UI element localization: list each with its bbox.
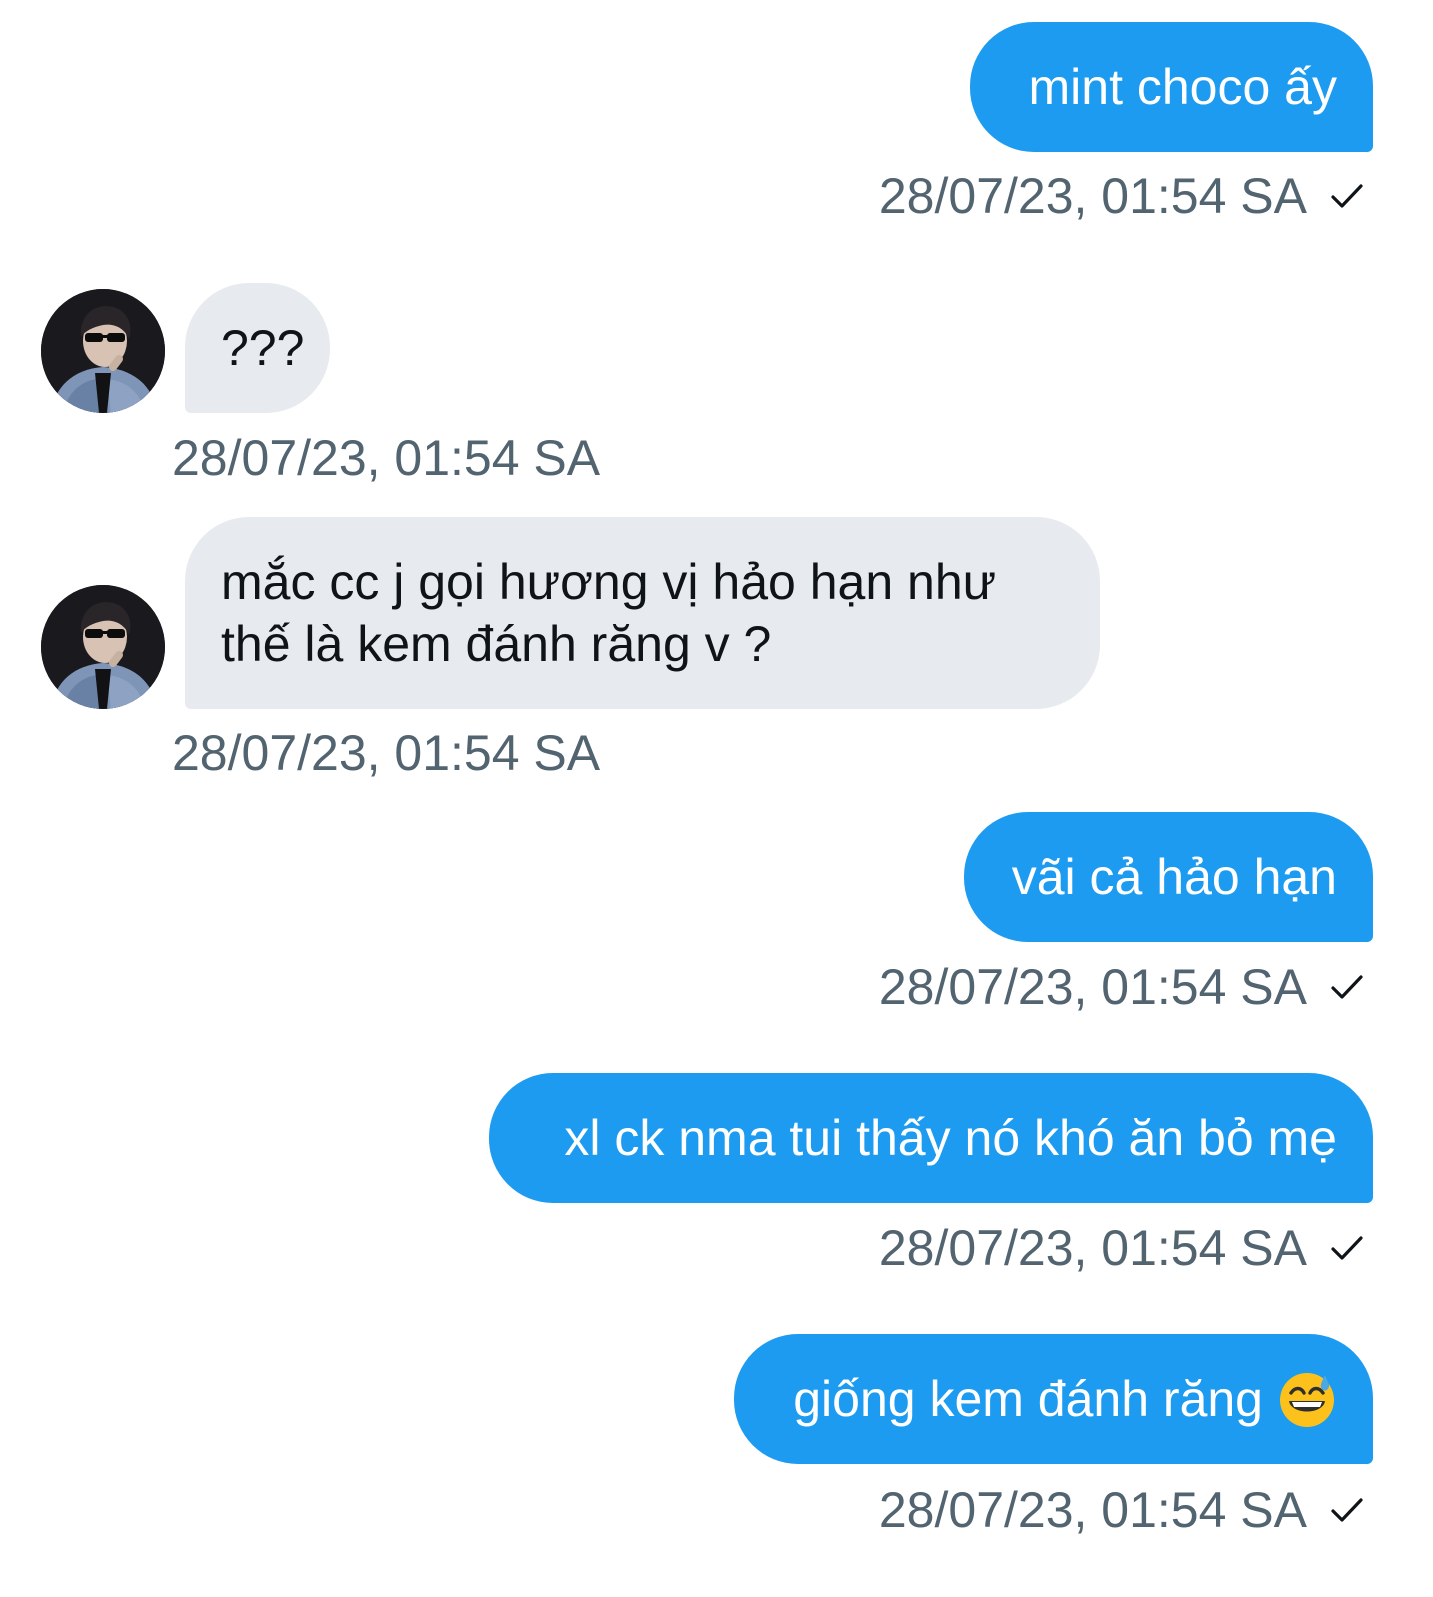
message-timestamp: 28/07/23, 01:54 SA — [879, 1480, 1365, 1540]
message-text: giống kem đánh răng — [793, 1371, 1263, 1427]
timestamp-text: 28/07/23, 01:54 SA — [172, 430, 601, 486]
message-timestamp: 28/07/23, 01:54 SA — [879, 166, 1365, 226]
message-text: vãi cả hảo hạn — [1011, 849, 1337, 905]
avatar-image — [41, 289, 165, 413]
message-text: ??? — [221, 320, 305, 376]
timestamp-text: 28/07/23, 01:54 SA — [878, 959, 1307, 1015]
outgoing-message-bubble[interactable]: mint choco ấy — [970, 22, 1373, 152]
grinning-sweat-emoji-icon — [1280, 1373, 1334, 1427]
message-text: mint choco ấy — [1028, 59, 1337, 115]
user-avatar[interactable] — [41, 289, 165, 413]
message-timestamp: 28/07/23, 01:54 SA — [879, 1218, 1365, 1278]
message-text: xl ck nma tui thấy nó khó ăn bỏ mẹ — [564, 1110, 1337, 1166]
checkmark-icon — [1331, 1236, 1363, 1260]
message-text: mắc cc j gọi hương vị hảo hạn như thế là… — [221, 554, 997, 672]
incoming-message-bubble[interactable]: ??? — [185, 283, 330, 413]
avatar-image — [41, 585, 165, 709]
message-timestamp: 28/07/23, 01:54 SA — [172, 428, 600, 488]
checkmark-icon — [1331, 975, 1363, 999]
timestamp-text: 28/07/23, 01:54 SA — [172, 725, 601, 781]
outgoing-message-bubble[interactable]: xl ck nma tui thấy nó khó ăn bỏ mẹ — [489, 1073, 1373, 1203]
timestamp-text: 28/07/23, 01:54 SA — [878, 1220, 1307, 1276]
incoming-message-bubble[interactable]: mắc cc j gọi hương vị hảo hạn như thế là… — [185, 517, 1100, 709]
outgoing-message-bubble[interactable]: giống kem đánh răng — [734, 1334, 1373, 1464]
checkmark-icon — [1331, 184, 1363, 208]
user-avatar[interactable] — [41, 585, 165, 709]
message-timestamp: 28/07/23, 01:54 SA — [879, 957, 1365, 1017]
timestamp-text: 28/07/23, 01:54 SA — [878, 1482, 1307, 1538]
checkmark-icon — [1331, 1498, 1363, 1522]
outgoing-message-bubble[interactable]: vãi cả hảo hạn — [964, 812, 1373, 942]
timestamp-text: 28/07/23, 01:54 SA — [878, 168, 1307, 224]
message-timestamp: 28/07/23, 01:54 SA — [172, 723, 600, 783]
